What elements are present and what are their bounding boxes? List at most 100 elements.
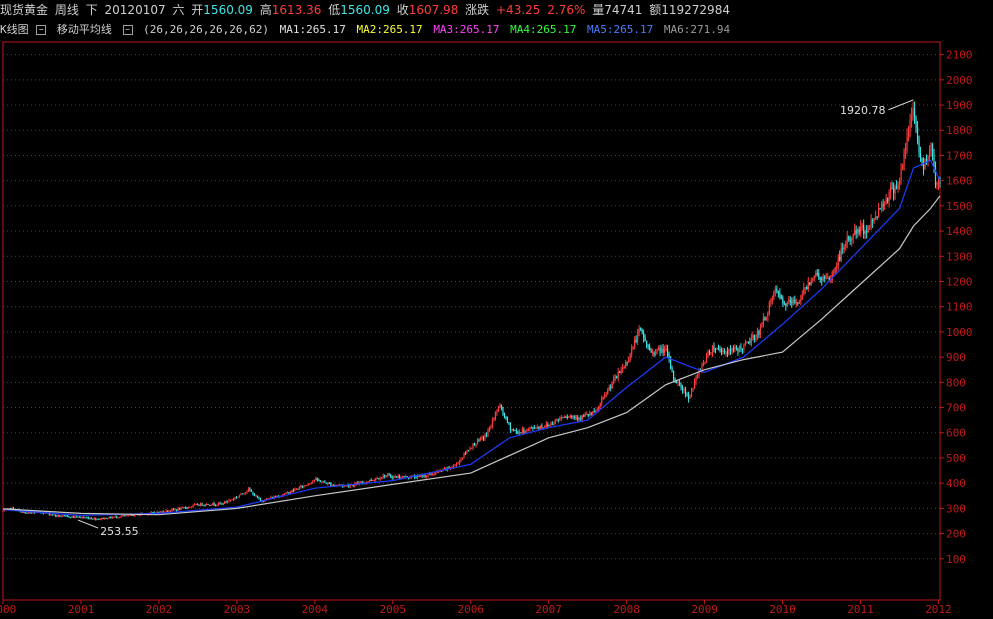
candle-body — [810, 280, 812, 285]
candle-body — [595, 410, 597, 412]
candle-body — [924, 158, 926, 169]
candle-body — [729, 349, 732, 352]
candle-body — [846, 237, 848, 245]
candle-body — [696, 374, 699, 377]
candle-body — [527, 428, 529, 430]
candle-body — [613, 378, 615, 384]
candle-body — [586, 414, 588, 416]
candle-body — [635, 339, 637, 342]
candle-body — [84, 517, 86, 519]
candle-body — [376, 478, 378, 480]
candle-body — [66, 515, 68, 517]
candle-body — [108, 516, 110, 519]
candle-body — [632, 346, 634, 349]
candle-body — [566, 416, 568, 418]
candle-body — [912, 108, 914, 117]
y-tick-label: 1600 — [946, 175, 973, 188]
candle-body — [195, 504, 197, 506]
candle-body — [174, 509, 176, 511]
x-tick-label: 2002 — [146, 603, 173, 616]
candle-body — [409, 477, 411, 479]
candle-body — [80, 516, 82, 518]
candle-body — [750, 338, 753, 343]
candle-body — [786, 301, 788, 307]
candle-body — [228, 500, 230, 502]
candle-body — [705, 357, 708, 363]
candle-body — [122, 515, 124, 517]
candle-body — [476, 439, 479, 445]
candle-body — [542, 427, 544, 429]
kline-chart[interactable]: 100 200 300 400 500 600 700 800 900 1000 1100 1200 1… — [0, 0, 993, 619]
candle-body — [30, 512, 33, 514]
candle-body — [753, 334, 755, 340]
candle-body — [388, 474, 390, 476]
candle-body — [665, 348, 667, 350]
candle-body — [469, 447, 471, 451]
candle-body — [309, 483, 311, 485]
candle-body — [304, 485, 306, 487]
candle-body — [812, 278, 814, 281]
candle-body — [295, 488, 297, 490]
candle-body — [881, 204, 883, 209]
candle-body — [637, 332, 639, 342]
candle-body — [669, 359, 672, 369]
candle-body — [623, 366, 625, 368]
candle-body — [225, 501, 227, 503]
candle-body — [895, 186, 898, 189]
candle-body — [890, 188, 892, 192]
candle-body — [521, 429, 523, 433]
candle-body — [839, 256, 841, 261]
candle-body — [575, 417, 577, 419]
candle-body — [768, 302, 770, 313]
candle-body — [75, 516, 77, 518]
candle-body — [904, 145, 907, 151]
candle-body — [559, 418, 561, 420]
candle-body — [497, 408, 500, 411]
candle-body — [81, 517, 83, 519]
candle-body — [617, 371, 619, 378]
candle-body — [110, 516, 112, 519]
candle-body — [330, 483, 332, 486]
candle-body — [557, 419, 559, 421]
candle-body — [690, 391, 693, 397]
candle-body — [779, 292, 781, 295]
candle-body — [822, 276, 824, 281]
candle-body — [500, 405, 503, 407]
candle-body — [485, 435, 488, 437]
candle-body — [467, 450, 470, 452]
candle-body — [885, 198, 887, 204]
candle-body — [318, 480, 320, 482]
candle-body — [65, 515, 67, 517]
candle-body — [324, 481, 326, 483]
candle-body — [286, 492, 288, 494]
candle-body — [378, 478, 380, 480]
candle-body — [774, 288, 776, 292]
candle-body — [833, 271, 835, 273]
candle-body — [90, 518, 92, 520]
candle-body — [879, 207, 881, 209]
candle-body — [32, 512, 34, 514]
candle-body — [843, 246, 845, 250]
y-tick-label: 1400 — [946, 225, 973, 238]
candle-body — [211, 503, 214, 505]
x-tick-label: 2007 — [535, 603, 562, 616]
candle-body — [602, 397, 604, 400]
x-tick-label: 2006 — [457, 603, 484, 616]
candle-body — [919, 153, 922, 158]
candle-body — [176, 509, 178, 511]
candle-body — [232, 498, 235, 500]
candle-body — [458, 460, 461, 464]
candle-body — [375, 478, 377, 481]
candle-body — [677, 382, 679, 384]
candle-body — [544, 426, 546, 428]
candle-body — [744, 342, 747, 345]
candle-body — [836, 265, 838, 268]
candle-body — [159, 511, 161, 513]
candle-body — [658, 348, 660, 350]
candle-body — [113, 516, 115, 518]
candle-body — [247, 488, 250, 492]
y-tick-label: 1000 — [946, 326, 973, 339]
candle-body — [327, 482, 329, 484]
candle-body — [837, 256, 839, 266]
candle-body — [415, 477, 417, 479]
